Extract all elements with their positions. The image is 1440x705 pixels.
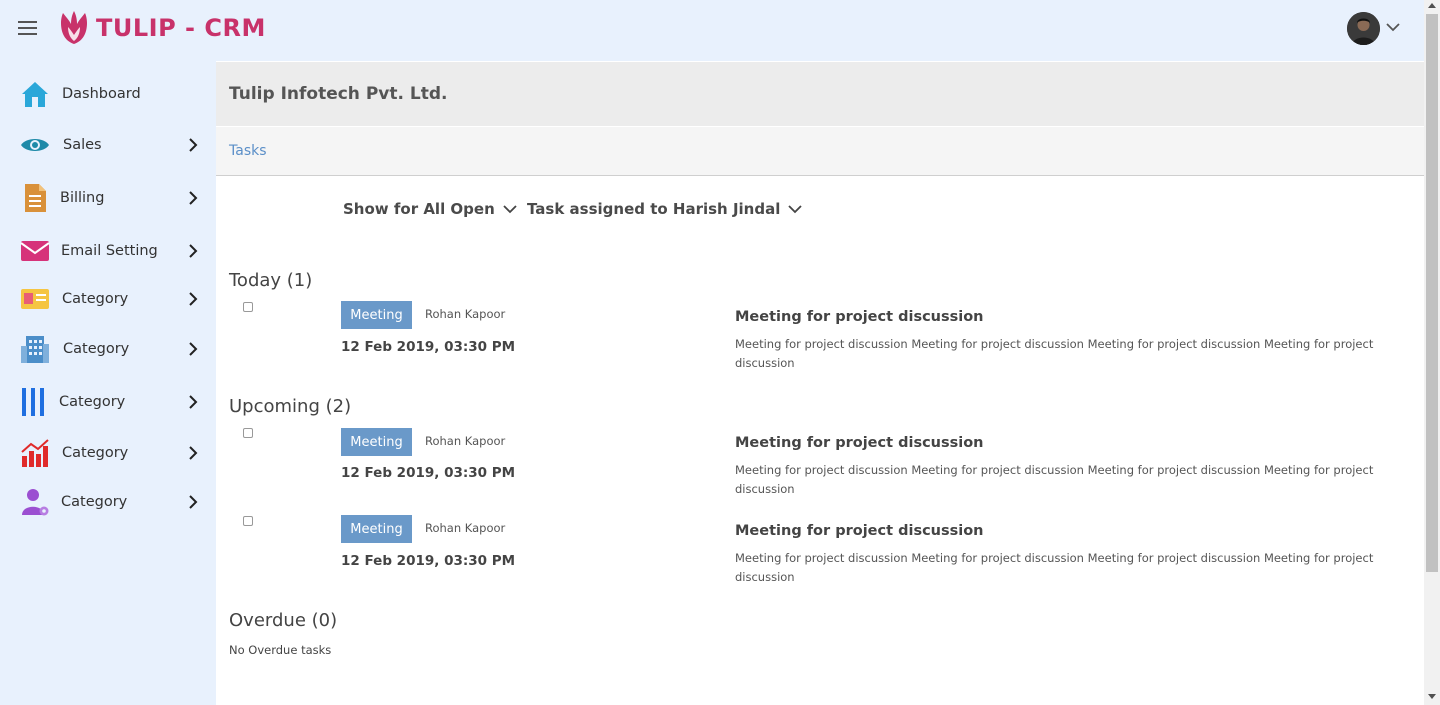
sidebar-item-category-2[interactable]: Category bbox=[0, 329, 216, 369]
chevron-right-icon bbox=[189, 395, 198, 409]
avatar[interactable] bbox=[1347, 12, 1380, 45]
task-title[interactable]: Meeting for project discussion bbox=[735, 309, 984, 325]
breadcrumb-tasks-link[interactable]: Tasks bbox=[229, 143, 267, 159]
user-settings-icon bbox=[20, 487, 50, 517]
sidebar: Dashboard Sales Billing Email Setting Ca… bbox=[0, 61, 216, 705]
chevron-right-icon bbox=[189, 138, 198, 152]
envelope-icon bbox=[20, 236, 50, 266]
task-datetime: 12 Feb 2019, 03:30 PM bbox=[341, 553, 516, 569]
chevron-down-icon bbox=[503, 205, 517, 214]
task-checkbox[interactable] bbox=[243, 516, 253, 526]
section-title-upcoming: Upcoming (2) bbox=[229, 396, 352, 417]
building-icon bbox=[20, 334, 50, 364]
scroll-up-arrow-icon[interactable] bbox=[1428, 3, 1436, 8]
sidebar-item-label: Dashboard bbox=[62, 86, 141, 102]
task-description: Meeting for project discussion Meeting f… bbox=[735, 463, 1374, 496]
eye-icon bbox=[20, 130, 50, 160]
task-description: Meeting for project discussion Meeting f… bbox=[735, 551, 1374, 584]
sidebar-item-billing[interactable]: Billing bbox=[0, 178, 216, 218]
sidebar-item-label: Sales bbox=[63, 137, 102, 153]
task-assignee: Rohan Kapoor bbox=[425, 307, 506, 321]
assignee-filter-label: Task assigned to Harish Jindal bbox=[527, 200, 781, 218]
status-filter-dropdown[interactable]: Show for All Open bbox=[343, 200, 517, 218]
billing-document-icon bbox=[20, 183, 50, 213]
tulip-logo-icon bbox=[61, 11, 87, 44]
task-assignee: Rohan Kapoor bbox=[425, 521, 506, 535]
sidebar-item-category-1[interactable]: Category bbox=[0, 279, 216, 319]
vertical-scrollbar[interactable] bbox=[1424, 0, 1440, 705]
sidebar-item-label: Category bbox=[62, 291, 129, 307]
chevron-right-icon bbox=[189, 292, 198, 306]
chevron-right-icon bbox=[189, 495, 198, 509]
chevron-right-icon bbox=[189, 342, 198, 356]
section-title-today: Today (1) bbox=[229, 270, 313, 291]
assignee-filter-dropdown[interactable]: Task assigned to Harish Jindal bbox=[527, 200, 802, 218]
chart-icon bbox=[20, 438, 50, 468]
section-title-overdue: Overdue (0) bbox=[229, 610, 338, 631]
sidebar-item-category-3[interactable]: Category bbox=[0, 382, 216, 422]
task-checkbox[interactable] bbox=[243, 428, 253, 438]
user-avatar-icon bbox=[1347, 12, 1380, 45]
chevron-down-icon[interactable] bbox=[1385, 19, 1401, 35]
home-icon bbox=[20, 79, 50, 109]
task-checkbox[interactable] bbox=[243, 302, 253, 312]
id-card-icon bbox=[20, 284, 50, 314]
task-type-badge[interactable]: Meeting bbox=[341, 428, 412, 456]
task-type-badge[interactable]: Meeting bbox=[341, 301, 412, 329]
chevron-right-icon bbox=[189, 244, 198, 258]
breadcrumb: Tasks bbox=[216, 127, 1424, 176]
chevron-right-icon bbox=[189, 191, 198, 205]
sidebar-item-dashboard[interactable]: Dashboard bbox=[0, 74, 216, 114]
task-type-badge[interactable]: Meeting bbox=[341, 515, 412, 543]
chevron-right-icon bbox=[189, 446, 198, 460]
chevron-down-icon bbox=[788, 205, 802, 214]
overdue-empty-message: No Overdue tasks bbox=[229, 643, 332, 657]
bars-icon bbox=[20, 387, 50, 417]
sidebar-item-sales[interactable]: Sales bbox=[0, 125, 216, 165]
menu-icon[interactable] bbox=[18, 21, 37, 35]
sidebar-item-label: Email Setting bbox=[61, 243, 158, 259]
task-datetime: 12 Feb 2019, 03:30 PM bbox=[341, 339, 516, 355]
task-datetime: 12 Feb 2019, 03:30 PM bbox=[341, 465, 516, 481]
sidebar-item-label: Category bbox=[62, 445, 129, 461]
scroll-thumb[interactable] bbox=[1426, 14, 1438, 572]
sidebar-item-category-4[interactable]: Category bbox=[0, 433, 216, 473]
status-filter-label: Show for All Open bbox=[343, 200, 495, 218]
sidebar-item-category-5[interactable]: Category bbox=[0, 482, 216, 522]
top-bar: TULIP - CRM bbox=[0, 0, 1424, 61]
app-logo[interactable]: TULIP - CRM bbox=[58, 10, 266, 46]
scroll-down-arrow-icon[interactable] bbox=[1428, 694, 1436, 699]
sidebar-item-label: Category bbox=[61, 494, 128, 510]
company-header: Tulip Infotech Pvt. Ltd. bbox=[216, 62, 1424, 126]
task-assignee: Rohan Kapoor bbox=[425, 434, 506, 448]
app-title: TULIP - CRM bbox=[96, 14, 266, 42]
task-title[interactable]: Meeting for project discussion bbox=[735, 435, 984, 451]
sidebar-item-label: Category bbox=[59, 394, 126, 410]
task-title[interactable]: Meeting for project discussion bbox=[735, 523, 984, 539]
sidebar-item-email-setting[interactable]: Email Setting bbox=[0, 231, 216, 271]
sidebar-item-label: Billing bbox=[60, 190, 105, 206]
task-description: Meeting for project discussion Meeting f… bbox=[735, 337, 1374, 370]
sidebar-item-label: Category bbox=[63, 341, 130, 357]
page-title: Tulip Infotech Pvt. Ltd. bbox=[229, 84, 448, 104]
